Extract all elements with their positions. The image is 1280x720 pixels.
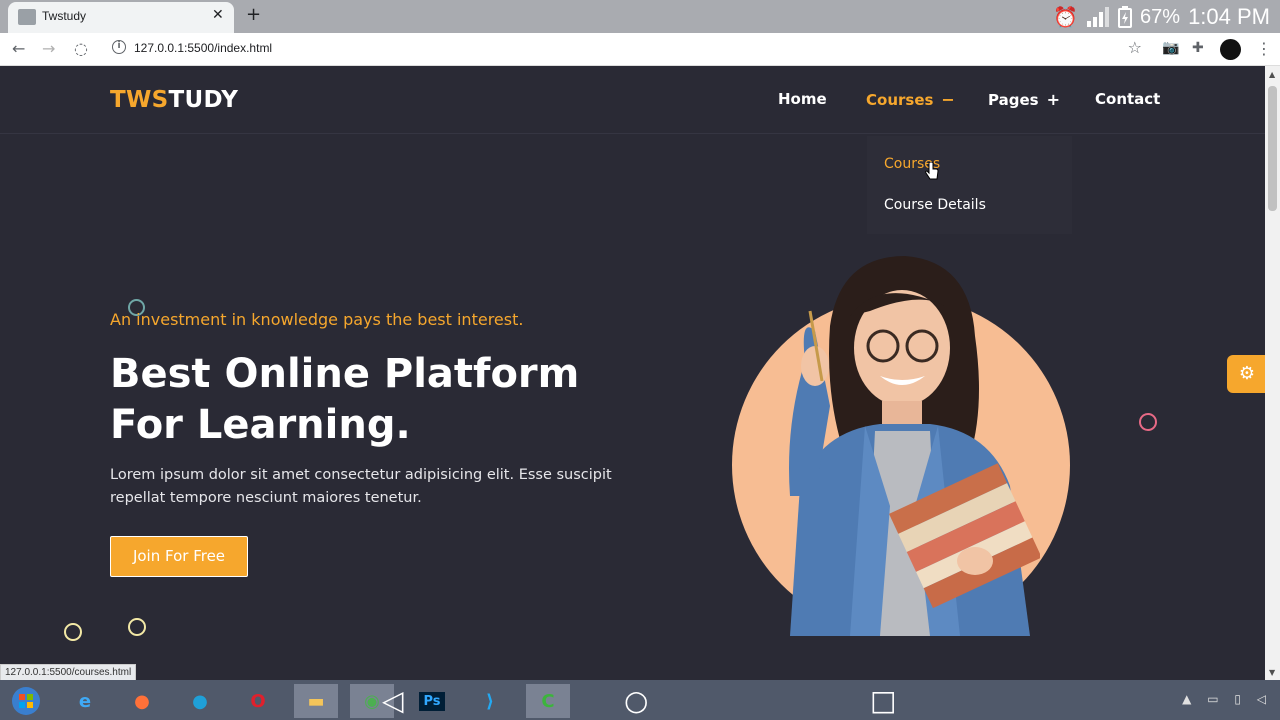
taskbar-opera[interactable]: O <box>236 684 280 718</box>
link-status-tooltip: 127.0.0.1:5500/courses.html <box>0 664 137 681</box>
decorative-circle-yellow <box>128 618 146 636</box>
hero-headline-line2: For Learning. <box>110 402 411 448</box>
site-header: TWSTUDY Home Courses − Pages + Contact <box>0 66 1265 134</box>
bookmark-star-icon[interactable]: ☆ <box>1128 38 1142 57</box>
menu-dots-icon[interactable]: ⋮ <box>1256 39 1272 58</box>
scroll-down-arrow-icon[interactable]: ▼ <box>1269 668 1275 677</box>
camtasia-icon: C <box>541 690 555 712</box>
scrollbar-thumb[interactable] <box>1268 86 1277 211</box>
browser-tab[interactable]: Twstudy ✕ <box>8 2 234 33</box>
tab-title: Twstudy <box>42 9 87 23</box>
hero-headline-line1: Best Online Platform <box>110 351 580 397</box>
taskbar-internet-explorer[interactable]: e <box>63 684 107 718</box>
clock-time: 1:04 PM <box>1188 4 1270 29</box>
dropdown-item-course-details[interactable]: Course Details <box>884 197 986 213</box>
hand-pointer-cursor-icon <box>925 162 939 180</box>
camera-icon[interactable]: 📷 <box>1162 40 1179 56</box>
signal-icon <box>1087 7 1110 27</box>
scroll-up-arrow-icon[interactable]: ▲ <box>1269 70 1275 79</box>
minus-icon: − <box>941 90 955 109</box>
photoshop-icon: Ps <box>419 691 445 711</box>
nav-courses[interactable]: Courses − <box>866 90 955 110</box>
nav-pages-label: Pages <box>988 91 1039 109</box>
firefox-icon: ● <box>134 690 150 712</box>
hero-description: Lorem ipsum dolor sit amet consectetur a… <box>110 467 612 506</box>
battery-percent: 67% <box>1140 5 1181 28</box>
android-status-bar: ⏰ 67% 1:04 PM <box>1053 4 1270 30</box>
student-photo <box>789 256 1040 636</box>
android-home-icon[interactable]: ○ <box>624 684 648 717</box>
android-recents-icon[interactable]: □ <box>870 684 896 717</box>
taskbar-camtasia[interactable]: C <box>526 684 570 718</box>
logo-part-white: TUDY <box>168 87 239 113</box>
website-viewport: TWSTUDY Home Courses − Pages + Contact Cou… <box>0 66 1265 680</box>
plus-icon: + <box>1046 90 1060 109</box>
opera-icon: O <box>250 690 266 712</box>
forward-arrow-icon[interactable]: → <box>42 39 55 58</box>
logo-part-accent: TWS <box>110 87 169 113</box>
address-bar[interactable]: i 127.0.0.1:5500/index.html ☆ <box>104 37 1150 62</box>
taskbar-photoshop[interactable]: Ps <box>410 684 454 718</box>
android-back-icon[interactable]: ◁ <box>382 684 404 717</box>
loading-spinner-icon[interactable]: ◌ <box>74 39 88 58</box>
decorative-circle-pink <box>1139 413 1157 431</box>
profile-avatar[interactable] <box>1220 39 1241 60</box>
taskbar-edge[interactable]: ● <box>178 684 222 718</box>
nav-courses-label: Courses <box>866 91 934 109</box>
battery-charging-icon <box>1118 6 1133 28</box>
back-arrow-icon[interactable]: ← <box>12 39 25 58</box>
close-tab-icon[interactable]: ✕ <box>212 7 224 23</box>
folder-icon: ▬ <box>307 690 325 712</box>
decorative-circle-yellow <box>64 623 82 641</box>
browser-tab-strip: Twstudy ✕ + ⏰ 67% 1:04 PM <box>0 0 1280 33</box>
start-button[interactable] <box>4 684 48 718</box>
hero-tagline: An investment in knowledge pays the best… <box>110 310 524 329</box>
image-favicon-icon <box>18 9 36 25</box>
extensions-puzzle-icon[interactable]: ✚ <box>1192 40 1204 56</box>
page-scrollbar[interactable]: ▲ ▼ <box>1265 66 1280 680</box>
internet-explorer-icon: e <box>78 690 92 712</box>
nav-contact[interactable]: Contact <box>1095 90 1160 110</box>
join-for-free-button[interactable]: Join For Free <box>110 536 248 577</box>
vscode-icon: ⟩ <box>485 690 495 712</box>
taskbar-file-explorer[interactable]: ▬ <box>294 684 338 718</box>
info-icon[interactable]: i <box>112 40 126 54</box>
browser-toolbar: ← → ◌ i 127.0.0.1:5500/index.html ☆ 📷 ✚ … <box>0 33 1280 66</box>
nav-pages[interactable]: Pages + <box>988 90 1060 110</box>
alarm-icon: ⏰ <box>1053 5 1079 29</box>
windows-logo-icon <box>12 687 40 715</box>
courses-dropdown-menu: Courses Course Details <box>867 136 1072 234</box>
settings-gear-button[interactable]: ⚙ <box>1227 355 1265 393</box>
new-tab-button[interactable]: + <box>246 4 261 25</box>
site-logo[interactable]: TWSTUDY <box>110 87 238 113</box>
nav-home[interactable]: Home <box>778 90 827 110</box>
edge-icon: ● <box>192 690 208 712</box>
chrome-icon: ◉ <box>364 690 380 712</box>
taskbar-vscode[interactable]: ⟩ <box>468 684 512 718</box>
url-text[interactable]: 127.0.0.1:5500/index.html <box>134 41 272 55</box>
hero-headline: Best Online Platform For Learning. <box>110 349 670 451</box>
taskbar-firefox[interactable]: ● <box>120 684 164 718</box>
gear-icon: ⚙ <box>1238 363 1256 384</box>
system-tray-icons[interactable]: ▲ ▭ ▯ ◁ <box>1182 692 1272 706</box>
